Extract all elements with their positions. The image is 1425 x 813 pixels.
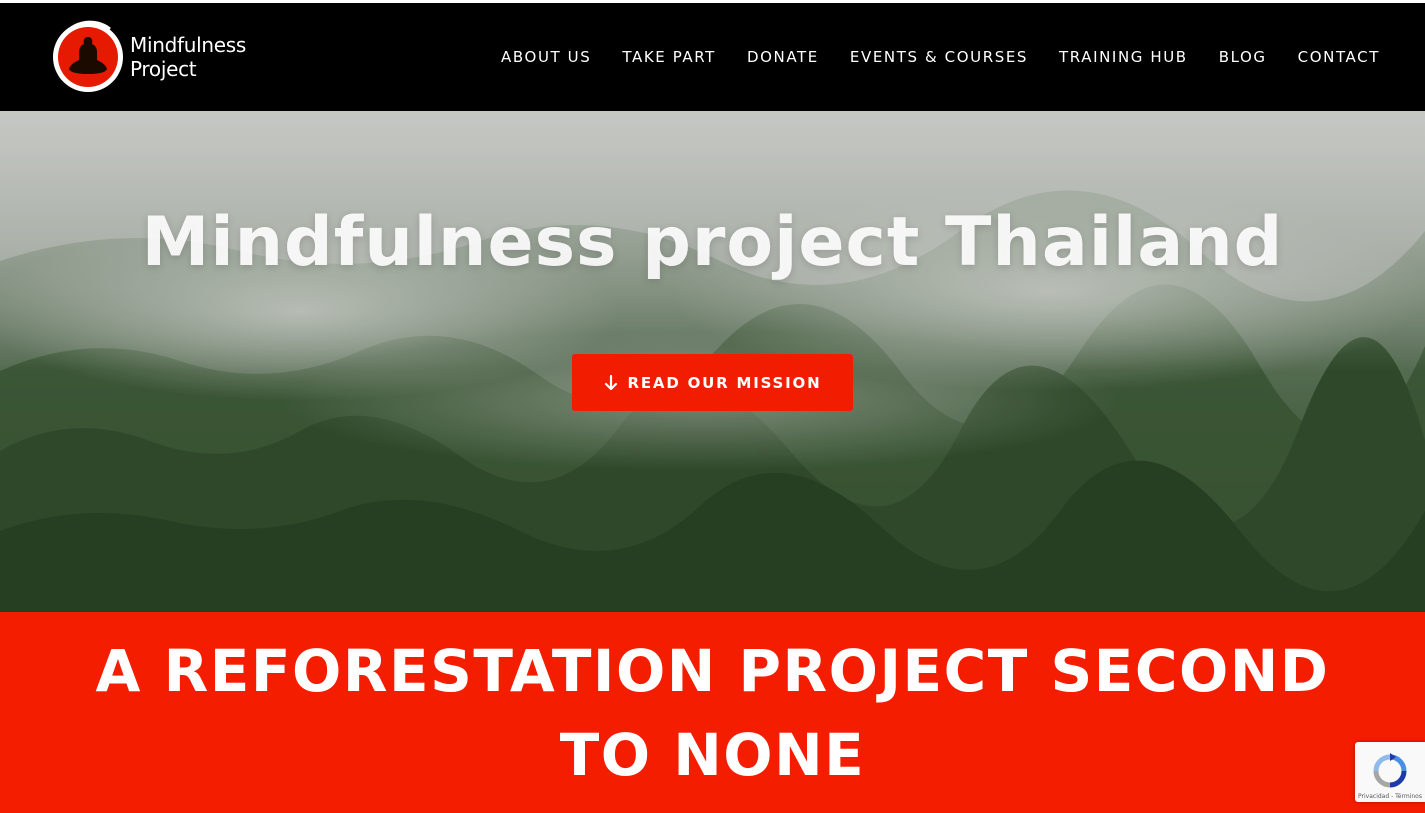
recaptcha-icon <box>1373 753 1407 788</box>
tagline-banner: A REFORESTATION PROJECT SECOND TO NONE <box>0 612 1425 813</box>
site-header: Mindfulness Project ABOUT US TAKE PART D… <box>0 3 1425 111</box>
nav-item-contact[interactable]: CONTACT <box>1298 48 1380 66</box>
nav-item-about-us[interactable]: ABOUT US <box>501 48 591 66</box>
logo-text: Mindfulness Project <box>130 33 246 81</box>
nav-item-blog[interactable]: BLOG <box>1219 48 1267 66</box>
nav-item-events-courses[interactable]: EVENTS & COURSES <box>850 48 1028 66</box>
hero-section: Mindfulness project Thailand READ OUR MI… <box>0 111 1425 612</box>
recaptcha-badge[interactable]: Privacidad - Términos <box>1355 742 1425 802</box>
hero-title: Mindfulness project Thailand <box>141 203 1284 282</box>
arrow-down-icon <box>604 374 617 390</box>
read-mission-button[interactable]: READ OUR MISSION <box>572 354 853 411</box>
buddha-logo-icon <box>53 20 123 92</box>
recaptcha-links[interactable]: Privacidad - Términos <box>1358 793 1422 800</box>
banner-heading: A REFORESTATION PROJECT SECOND TO NONE <box>95 636 1330 789</box>
logo-name-line2: Project <box>130 57 197 81</box>
site-logo[interactable]: Mindfulness Project <box>50 19 250 95</box>
nav-item-donate[interactable]: DONATE <box>747 48 819 66</box>
nav-item-training-hub[interactable]: TRAINING HUB <box>1059 48 1188 66</box>
read-mission-label: READ OUR MISSION <box>627 373 822 392</box>
main-navigation: ABOUT US TAKE PART DONATE EVENTS & COURS… <box>501 3 1380 111</box>
nav-item-take-part[interactable]: TAKE PART <box>622 48 716 66</box>
logo-name-line1: Mindfulness <box>130 33 246 57</box>
